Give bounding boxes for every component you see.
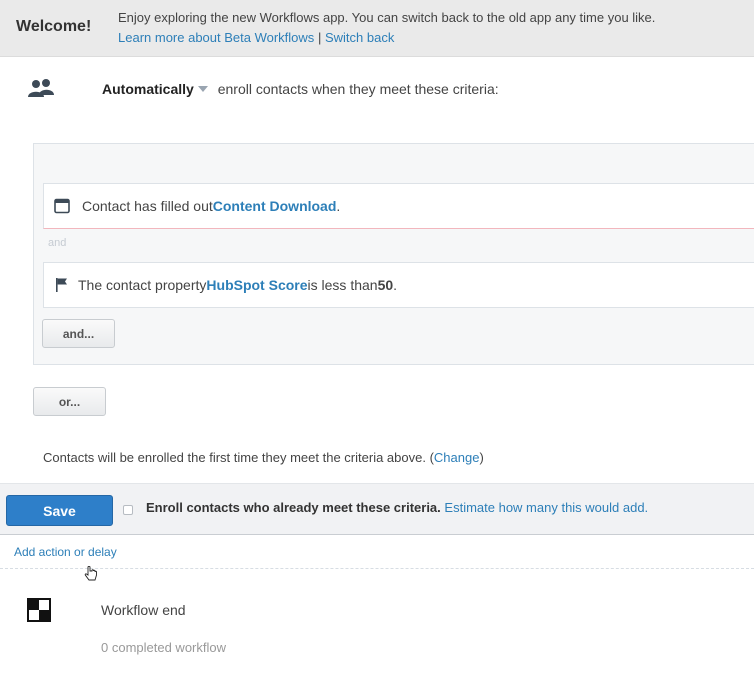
criteria-prefix: Contact has filled out bbox=[82, 198, 213, 214]
welcome-title: Welcome! bbox=[16, 18, 92, 35]
enrollment-mode-dropdown[interactable]: Automatically bbox=[102, 81, 214, 97]
form-icon bbox=[54, 198, 70, 214]
welcome-banner: Welcome! Enjoy exploring the new Workflo… bbox=[0, 0, 754, 57]
flag-icon bbox=[56, 278, 67, 292]
enroll-existing-label: Enroll contacts who already meet these c… bbox=[146, 500, 648, 515]
criteria-suffix: . bbox=[393, 277, 398, 293]
learn-more-link[interactable]: Learn more about Beta Workflows bbox=[118, 30, 314, 45]
enrollment-note: Contacts will be enrolled the first time… bbox=[43, 450, 484, 465]
checkered-flag-icon bbox=[27, 598, 51, 622]
property-name-link[interactable]: HubSpot Score bbox=[206, 277, 307, 293]
add-action-link[interactable]: Add action or delay bbox=[14, 545, 117, 559]
or-button[interactable]: or... bbox=[33, 387, 106, 416]
change-link[interactable]: Change bbox=[434, 450, 480, 465]
form-name-link[interactable]: Content Download bbox=[213, 198, 337, 214]
criteria-row-property[interactable]: The contact property HubSpot Score is le… bbox=[43, 262, 754, 308]
workflow-end-title: Workflow end bbox=[101, 602, 186, 618]
criteria-row-form[interactable]: Contact has filled out Content Download … bbox=[43, 183, 754, 229]
criteria-value: 50 bbox=[377, 277, 394, 293]
and-separator: and bbox=[48, 237, 67, 249]
enrollment-note-close: ) bbox=[479, 450, 484, 465]
banner-links: Learn more about Beta Workflows | Switch… bbox=[118, 30, 394, 45]
enrollment-text: enroll contacts when they meet these cri… bbox=[217, 81, 499, 97]
hand-cursor-icon bbox=[84, 566, 97, 581]
estimate-link[interactable]: Estimate how many this would add. bbox=[444, 500, 648, 515]
people-icon bbox=[28, 79, 54, 97]
and-button[interactable]: and... bbox=[42, 319, 115, 348]
link-separator: | bbox=[317, 30, 322, 45]
enroll-existing-text: Enroll contacts who already meet these c… bbox=[146, 500, 441, 515]
save-button[interactable]: Save bbox=[6, 495, 113, 526]
divider bbox=[0, 568, 754, 569]
criteria-panel: Contact has filled out Content Download … bbox=[33, 143, 754, 365]
enroll-existing-checkbox[interactable] bbox=[123, 505, 133, 515]
criteria-suffix: . bbox=[336, 198, 341, 214]
workflow-completed-count: 0 completed workflow bbox=[101, 640, 226, 655]
enrollment-header: Automatically enroll contacts when they … bbox=[102, 81, 499, 97]
welcome-message: Enjoy exploring the new Workflows app. Y… bbox=[118, 10, 656, 25]
caret-down-icon bbox=[197, 86, 208, 93]
save-bar: Save Enroll contacts who already meet th… bbox=[0, 483, 754, 535]
switch-back-link[interactable]: Switch back bbox=[325, 30, 394, 45]
criteria-prefix: The contact property bbox=[78, 277, 207, 293]
criteria-operator: is less than bbox=[307, 277, 378, 293]
enrollment-note-text: Contacts will be enrolled the first time… bbox=[43, 450, 434, 465]
enrollment-mode-label: Automatically bbox=[102, 81, 194, 97]
